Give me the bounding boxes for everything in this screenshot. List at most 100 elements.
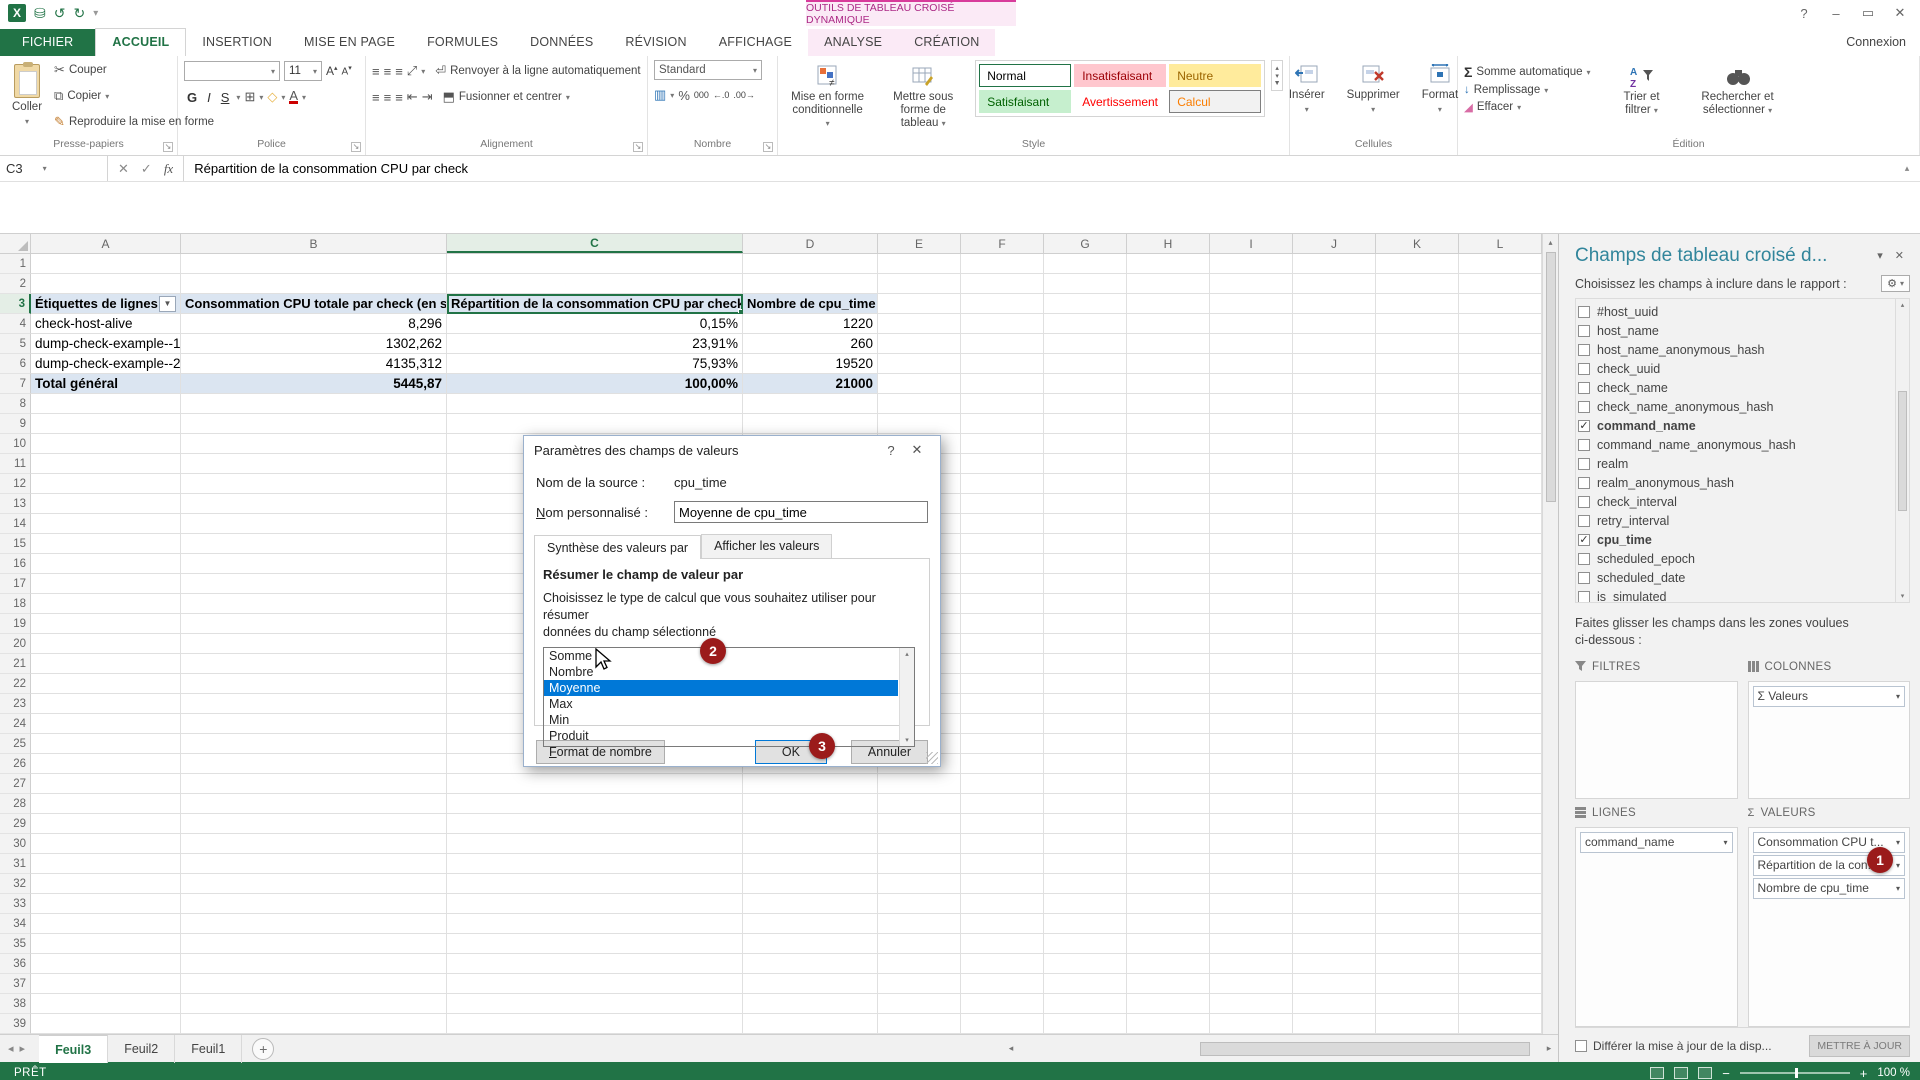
cell-H33[interactable]	[1127, 894, 1210, 914]
cell-B6[interactable]: 4135,312	[181, 354, 447, 374]
cell-A26[interactable]	[31, 754, 181, 774]
cell-J30[interactable]	[1293, 834, 1376, 854]
cell-K31[interactable]	[1376, 854, 1459, 874]
cell-H13[interactable]	[1127, 494, 1210, 514]
cell-J12[interactable]	[1293, 474, 1376, 494]
cell-E29[interactable]	[878, 814, 961, 834]
cell-style-neutre[interactable]: Neutre	[1169, 64, 1261, 87]
cell-E37[interactable]	[878, 974, 961, 994]
field-checkbox-command_name[interactable]: ✓	[1578, 420, 1590, 432]
cell-H9[interactable]	[1127, 414, 1210, 434]
cell-F27[interactable]	[961, 774, 1044, 794]
cell-K16[interactable]	[1376, 554, 1459, 574]
cell-B16[interactable]	[181, 554, 447, 574]
cell-F6[interactable]	[961, 354, 1044, 374]
cell-D37[interactable]	[743, 974, 878, 994]
cell-H23[interactable]	[1127, 694, 1210, 714]
cell-J19[interactable]	[1293, 614, 1376, 634]
cell-J4[interactable]	[1293, 314, 1376, 334]
cell-H38[interactable]	[1127, 994, 1210, 1014]
cell-C4[interactable]: 0,15%	[447, 314, 743, 334]
merge-center-button[interactable]: ⬒ Fusionner et centrer▾	[443, 89, 570, 105]
cell-L11[interactable]	[1459, 454, 1542, 474]
cell-B33[interactable]	[181, 894, 447, 914]
cell-G15[interactable]	[1044, 534, 1127, 554]
cell-L30[interactable]	[1459, 834, 1542, 854]
cell-E9[interactable]	[878, 414, 961, 434]
clear-button[interactable]: ◢ Effacer▾	[1464, 100, 1591, 114]
cell-C32[interactable]	[447, 874, 743, 894]
cell-K30[interactable]	[1376, 834, 1459, 854]
ribbon-tab-insertion[interactable]: INSERTION	[186, 29, 288, 56]
cell-D8[interactable]	[743, 394, 878, 414]
cell-B38[interactable]	[181, 994, 447, 1014]
cell-K38[interactable]	[1376, 994, 1459, 1014]
alignment-dialog-launcher[interactable]: ↘	[633, 142, 643, 152]
cell-I31[interactable]	[1210, 854, 1293, 874]
font-color-icon[interactable]: A	[289, 90, 298, 104]
rows-zone[interactable]: command_name▾	[1575, 827, 1738, 1027]
help-icon[interactable]: ?	[1790, 6, 1818, 21]
cell-E35[interactable]	[878, 934, 961, 954]
sort-filter-button[interactable]: A Z Trier et filtrer ▾	[1605, 60, 1679, 121]
format-cells-button[interactable]: Format▾	[1416, 60, 1464, 118]
row-header-12[interactable]: 12	[0, 474, 31, 494]
cell-B30[interactable]	[181, 834, 447, 854]
cell-K21[interactable]	[1376, 654, 1459, 674]
cell-E6[interactable]	[878, 354, 961, 374]
row-header-31[interactable]: 31	[0, 854, 31, 874]
increase-decimal-icon[interactable]: ←.0	[713, 90, 730, 100]
cell-A10[interactable]	[31, 434, 181, 454]
column-header-J[interactable]: J	[1293, 234, 1376, 253]
columns-zone[interactable]: Σ Valeurs▾	[1748, 681, 1911, 799]
cell-C30[interactable]	[447, 834, 743, 854]
cell-L14[interactable]	[1459, 514, 1542, 534]
cell-G25[interactable]	[1044, 734, 1127, 754]
cell-H17[interactable]	[1127, 574, 1210, 594]
cell-I21[interactable]	[1210, 654, 1293, 674]
cell-I33[interactable]	[1210, 894, 1293, 914]
cell-F10[interactable]	[961, 434, 1044, 454]
ribbon-tab-création[interactable]: CRÉATION	[898, 29, 995, 56]
cell-F18[interactable]	[961, 594, 1044, 614]
cell-B15[interactable]	[181, 534, 447, 554]
cell-B31[interactable]	[181, 854, 447, 874]
cell-K13[interactable]	[1376, 494, 1459, 514]
cell-E3[interactable]	[878, 294, 961, 314]
cell-L27[interactable]	[1459, 774, 1542, 794]
cell-A15[interactable]	[31, 534, 181, 554]
cell-I12[interactable]	[1210, 474, 1293, 494]
cell-I34[interactable]	[1210, 914, 1293, 934]
row-header-23[interactable]: 23	[0, 694, 31, 714]
field-checkbox-host_name[interactable]	[1578, 325, 1590, 337]
fill-button[interactable]: ↓ Remplissage▾	[1464, 84, 1591, 96]
cell-K9[interactable]	[1376, 414, 1459, 434]
cell-A16[interactable]	[31, 554, 181, 574]
cell-C2[interactable]	[447, 274, 743, 294]
cell-F34[interactable]	[961, 914, 1044, 934]
cell-F4[interactable]	[961, 314, 1044, 334]
cell-A31[interactable]	[31, 854, 181, 874]
cell-L39[interactable]	[1459, 1014, 1542, 1034]
field-checkbox-scheduled_date[interactable]	[1578, 572, 1590, 584]
align-middle-icon[interactable]: ≡	[384, 64, 392, 79]
cell-B27[interactable]	[181, 774, 447, 794]
confirm-entry-icon[interactable]: ✓	[141, 161, 152, 177]
cell-A35[interactable]	[31, 934, 181, 954]
font-dialog-launcher[interactable]: ↘	[351, 142, 361, 152]
ribbon-tab-révision[interactable]: RÉVISION	[609, 29, 702, 56]
cell-K11[interactable]	[1376, 454, 1459, 474]
cell-E2[interactable]	[878, 274, 961, 294]
defer-update-checkbox[interactable]	[1575, 1040, 1587, 1052]
cell-F21[interactable]	[961, 654, 1044, 674]
cell-J33[interactable]	[1293, 894, 1376, 914]
cell-style-avertissement[interactable]: Avertissement	[1074, 90, 1166, 113]
cell-A1[interactable]	[31, 254, 181, 274]
dialog-close-icon[interactable]: ✕	[904, 442, 930, 458]
cell-F11[interactable]	[961, 454, 1044, 474]
cell-style-normal[interactable]: Normal	[979, 64, 1071, 87]
cell-K39[interactable]	[1376, 1014, 1459, 1034]
row-header-26[interactable]: 26	[0, 754, 31, 774]
cell-C38[interactable]	[447, 994, 743, 1014]
cell-J16[interactable]	[1293, 554, 1376, 574]
